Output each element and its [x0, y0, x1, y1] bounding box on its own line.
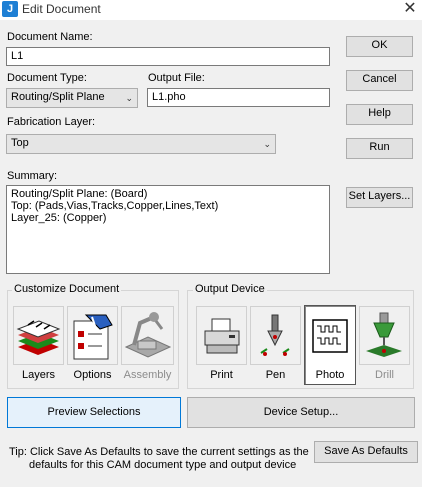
tip-line-2: defaults for this CAM document type and … — [29, 459, 297, 471]
output-device-label: Output Device — [193, 283, 267, 295]
preview-selections-button[interactable]: Preview Selections — [7, 397, 181, 428]
options-icon — [73, 314, 113, 360]
drill-caption: Drill — [375, 369, 394, 381]
customize-document-label: Customize Document — [12, 283, 122, 295]
summary-line: Top: (Pads,Vias,Tracks,Copper,Lines,Text… — [11, 200, 219, 212]
document-type-label: Document Type: — [7, 72, 87, 84]
assembly-button[interactable] — [121, 306, 174, 365]
summary-line: Layer_25: (Copper) — [11, 212, 107, 224]
layers-caption: Layers — [21, 369, 56, 381]
cancel-button[interactable]: Cancel — [346, 70, 413, 91]
fabrication-layer-label: Fabrication Layer: — [7, 116, 96, 128]
chevron-down-icon: ⌄ — [263, 139, 271, 149]
help-button[interactable]: Help — [346, 104, 413, 125]
window-title: Edit Document — [22, 2, 101, 16]
layers-icon — [16, 320, 61, 355]
pen-caption: Pen — [265, 369, 286, 381]
summary-line: Routing/Split Plane: (Board) — [11, 188, 148, 200]
set-layers-button[interactable]: Set Layers... — [346, 187, 413, 208]
output-file-label: Output File: — [148, 72, 205, 84]
layers-button[interactable] — [13, 306, 64, 365]
chevron-down-icon: ⌄ — [125, 93, 133, 103]
close-icon[interactable]: ✕ — [398, 0, 422, 20]
summary-box: Routing/Split Plane: (Board) Top: (Pads,… — [6, 185, 330, 274]
summary-label: Summary: — [7, 170, 58, 182]
tip-line-1: Tip: Click Save As Defaults to save the … — [9, 446, 309, 458]
fabrication-layer-value: Top — [11, 137, 29, 149]
photo-caption: Photo — [315, 369, 345, 381]
print-caption: Print — [210, 369, 233, 381]
document-type-value: Routing/Split Plane — [11, 91, 105, 103]
ok-button[interactable]: OK — [346, 36, 413, 57]
save-as-defaults-button[interactable]: Save As Defaults — [314, 441, 418, 463]
print-button[interactable] — [196, 306, 247, 365]
device-setup-button[interactable]: Device Setup... — [187, 397, 415, 428]
options-caption: Options — [73, 369, 112, 381]
output-file-input[interactable]: L1.pho — [147, 88, 330, 107]
document-name-label: Document Name: — [7, 31, 93, 43]
assembly-caption: Assembly — [123, 369, 172, 381]
photo-button[interactable]: Photo — [304, 305, 356, 385]
drill-button[interactable] — [359, 306, 410, 365]
drill-icon — [366, 312, 402, 357]
fabrication-layer-select[interactable]: Top ⌄ — [6, 134, 276, 154]
document-name-input[interactable]: L1 — [6, 47, 330, 66]
app-icon: J — [2, 1, 18, 17]
document-type-select[interactable]: Routing/Split Plane ⌄ — [6, 88, 138, 108]
run-button[interactable]: Run — [346, 138, 413, 159]
options-button[interactable] — [67, 306, 118, 365]
photo-plotter-icon — [312, 319, 348, 353]
printer-icon — [204, 318, 240, 354]
pen-button[interactable] — [250, 306, 301, 365]
pen-plotter-icon — [260, 314, 290, 356]
assembly-icon — [124, 312, 172, 358]
